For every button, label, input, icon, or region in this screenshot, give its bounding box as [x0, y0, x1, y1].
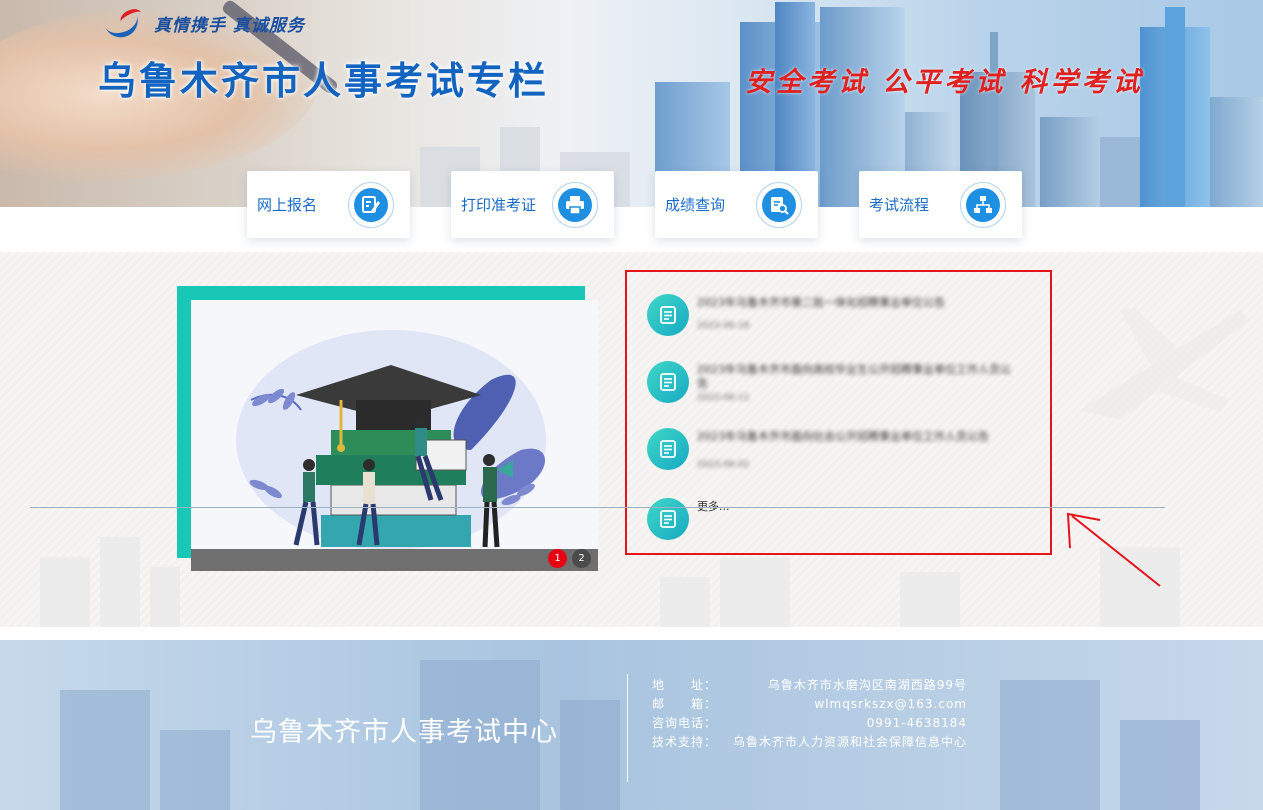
- footer-building: [560, 700, 620, 810]
- carousel-dot-1[interactable]: 1: [548, 549, 567, 568]
- building: [1040, 117, 1100, 207]
- nav-label: 成绩查询: [665, 196, 726, 214]
- edit-form-icon: [348, 181, 394, 228]
- document-icon: [647, 361, 689, 403]
- footer-email: 邮 箱： wlmqsrkszx@163.com: [652, 697, 967, 711]
- nav-print-admission-ticket[interactable]: 打印准考证: [451, 171, 614, 238]
- faded-building: [720, 557, 790, 627]
- news-item[interactable]: 2023年乌鲁木齐市面向高校毕业生公开招聘事业单位工作人员公告 2023-06-…: [647, 361, 1027, 405]
- footer-building: [1120, 720, 1200, 810]
- faded-building: [40, 557, 90, 627]
- document-icon: [647, 294, 689, 336]
- building: [1210, 97, 1263, 207]
- footer-building: [160, 730, 230, 810]
- slogan-text: 真情携手 真诚服务: [154, 15, 305, 36]
- nav-exam-process[interactable]: 考试流程: [859, 171, 1022, 238]
- news-title: 2023年乌鲁木齐市面向高校毕业生公开招聘事业单位工作人员公告: [697, 363, 1011, 390]
- footer-building: [60, 690, 150, 810]
- news-list-highlight-box: 2023年乌鲁木齐市第二批一体化招聘事业单位公告 2023-06-18 2023…: [625, 270, 1052, 555]
- document-icon: [647, 498, 689, 540]
- site-footer: 乌鲁木齐市人事考试中心 地 址： 乌鲁木齐市水磨沟区南湖西路99号 邮 箱： w…: [0, 640, 1263, 810]
- document-icon: [647, 428, 689, 470]
- site-header: 真情携手 真诚服务 乌鲁木齐市人事考试专栏 安全考试 公平考试 科学考试: [0, 0, 1263, 207]
- nav-score-query[interactable]: 成绩查询: [655, 171, 818, 238]
- faded-building: [100, 537, 140, 627]
- footer-org-name: 乌鲁木齐市人事考试中心: [250, 717, 558, 748]
- carousel-bar: [191, 549, 598, 571]
- building: [1100, 137, 1140, 207]
- graduation-illustration: [236, 330, 546, 550]
- faded-building: [150, 567, 180, 627]
- news-item[interactable]: 2023年乌鲁木齐市面向社会公开招聘事业单位工作人员公告 2023-06-02: [647, 428, 1027, 472]
- calligraphy-slogan: 安全考试 公平考试 科学考试: [745, 67, 1144, 98]
- footer-building: [1000, 680, 1100, 810]
- news-item[interactable]: 2023年乌鲁木齐市第二批一体化招聘事业单位公告 2023-06-18: [647, 294, 1027, 338]
- nav-label: 网上报名: [257, 196, 318, 214]
- horizontal-guide-line: [30, 507, 1165, 508]
- nav-label: 考试流程: [869, 196, 930, 214]
- image-carousel[interactable]: 1 2: [191, 300, 598, 571]
- footer-phone: 咨询电话： 0991-4638184: [652, 716, 967, 730]
- nav-label: 打印准考证: [461, 196, 537, 214]
- carousel-dot-2[interactable]: 2: [572, 549, 591, 568]
- airplane-watermark-icon: [1080, 308, 1250, 420]
- more-label: 更多...: [697, 500, 730, 513]
- search-document-icon: [756, 181, 802, 228]
- site-title: 乌鲁木齐市人事考试专栏: [98, 59, 550, 103]
- news-title: 2023年乌鲁木齐市面向社会公开招聘事业单位工作人员公告: [697, 430, 989, 443]
- news-date: 2023-06-18: [697, 321, 750, 331]
- swoosh-logo-icon: [106, 10, 146, 36]
- skyscraper-top: [1165, 7, 1185, 207]
- footer-tech-support: 技术支持： 乌鲁木齐市人力资源和社会保障信息中心: [652, 735, 967, 749]
- printer-icon: [552, 181, 598, 228]
- red-annotation-arrow-icon: [1066, 512, 1161, 587]
- flowchart-icon: [960, 181, 1006, 228]
- news-title: 2023年乌鲁木齐市第二批一体化招聘事业单位公告: [697, 296, 945, 309]
- news-more-link[interactable]: 更多...: [647, 498, 1027, 542]
- news-date: 2023-06-02: [697, 460, 750, 470]
- footer-address: 地 址： 乌鲁木齐市水磨沟区南湖西路99号: [652, 678, 967, 692]
- slogan-logo: 真情携手 真诚服务: [106, 8, 305, 38]
- nav-online-registration[interactable]: 网上报名: [247, 171, 410, 238]
- faded-building: [660, 577, 710, 627]
- footer-contact-info: 地 址： 乌鲁木齐市水磨沟区南湖西路99号 邮 箱： wlmqsrkszx@16…: [652, 676, 967, 752]
- news-date: 2023-06-11: [697, 393, 750, 403]
- faded-building: [900, 572, 960, 627]
- footer-divider: [627, 674, 628, 782]
